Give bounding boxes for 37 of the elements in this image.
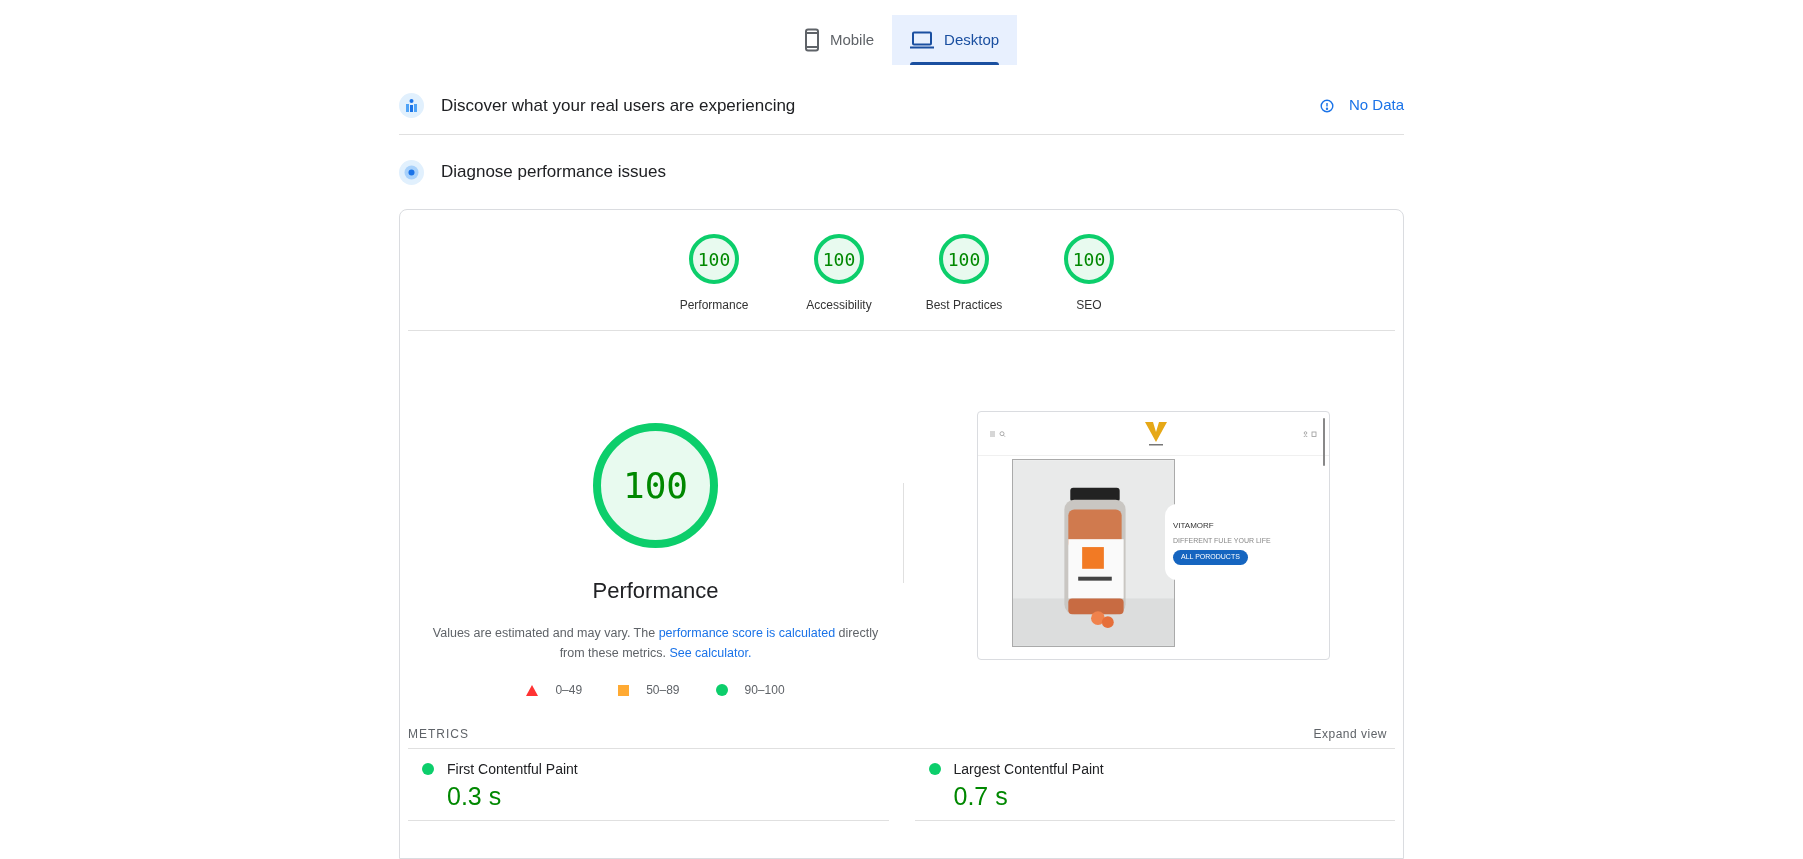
score-label: Performance	[679, 297, 749, 314]
metric-value: 0.3 s	[447, 781, 503, 812]
laptop-icon	[910, 31, 935, 49]
score-gauge: 100	[689, 234, 739, 284]
section-title: Discover what your real users are experiencing	[441, 94, 796, 117]
expand-view-button[interactable]: Expand view	[1313, 724, 1387, 743]
section-title: Diagnose performance issues	[441, 161, 666, 184]
score-link[interactable]: performance score is calculated	[658, 626, 836, 640]
no-data-link[interactable]: No Data	[1319, 94, 1404, 117]
info-icon	[1319, 98, 1334, 113]
gauge-title: Performance	[592, 577, 719, 605]
score-label: SEO	[1076, 297, 1102, 314]
score-gauge: 100	[814, 234, 864, 284]
scrollbar	[1323, 418, 1325, 466]
score-description: Values are estimated and may vary. The performance score is calculated directly from these metrics. See calculator.	[431, 625, 880, 662]
score-gauge: 100	[939, 234, 989, 284]
device-tab[interactable]: Desktop	[892, 15, 1018, 65]
user-cart-icon	[1303, 430, 1317, 437]
device-tab[interactable]: Mobile	[785, 15, 893, 65]
score-gauge: 100	[1064, 234, 1114, 284]
metric-name: First Contentful Paint	[447, 760, 578, 779]
users-chart-icon	[399, 93, 424, 118]
target-icon	[399, 159, 424, 185]
score-gauge: 100	[593, 423, 718, 548]
site-brand: VITAMORF	[1173, 519, 1215, 532]
metrics-heading: METRICS	[408, 725, 469, 743]
legend-range: 90–100	[744, 682, 785, 699]
menu-search-icon	[990, 430, 1008, 437]
legend-range: 0–49	[555, 682, 583, 699]
metric-value: 0.7 s	[953, 781, 1009, 812]
metric-name: Largest Contentful Paint	[953, 760, 1104, 779]
calculator-link[interactable]: See calculator.	[669, 646, 752, 660]
score-label: Accessibility	[806, 297, 872, 314]
logo-icon	[1144, 421, 1167, 446]
legend-range: 50–89	[646, 682, 680, 699]
phone-icon	[803, 28, 820, 52]
score-label: Best Practices	[925, 297, 1003, 314]
